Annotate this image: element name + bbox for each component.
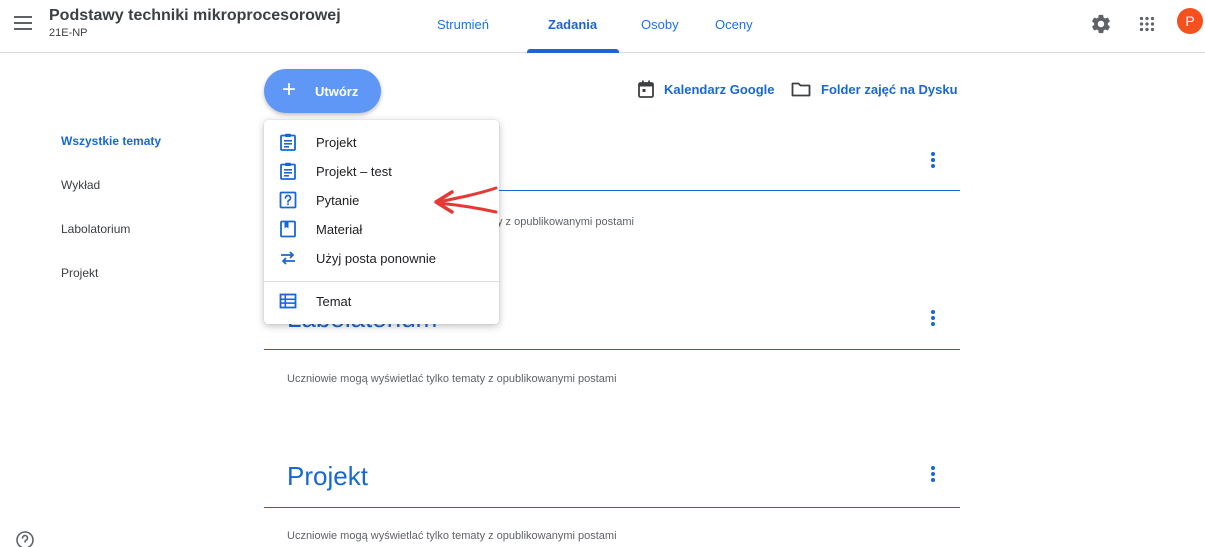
create-menu-item-label: Temat [316,294,352,309]
create-menu: Projekt Projekt – test Pytanie Materiał [264,120,499,324]
topic-more-options-icon[interactable] [925,152,941,172]
tab-classwork[interactable]: Zadania [548,17,597,32]
active-tab-indicator [527,49,619,53]
create-menu-item-label: Materiał [316,222,363,237]
tab-people[interactable]: Osoby [641,17,679,32]
sidebar-item-wyklad[interactable]: Wykład [61,178,100,192]
create-menu-item-label: Projekt [316,135,357,150]
google-calendar-label: Kalendarz Google [664,81,775,97]
create-menu-item-topic[interactable]: Temat [264,287,499,315]
assignment-icon [280,133,296,151]
create-menu-item-label: Pytanie [316,193,360,208]
topic-visibility-note: Uczniowie mogą wyświetlać tylko tematy z… [287,530,617,542]
menu-divider [264,281,499,282]
create-menu-item-assignment[interactable]: Projekt [264,128,499,156]
topic-more-options-icon[interactable] [925,466,941,486]
drive-folder-label: Folder zajęć na Dysku [821,81,958,97]
topic-visibility-note: Uczniowie mogą wyświetlać tylko tematy z… [287,373,617,385]
account-avatar[interactable]: P [1177,8,1203,34]
topic-visibility-note: y z opublikowanymi postami [497,216,634,228]
plus-icon: + [282,76,297,103]
create-button-label: Utwórz [315,84,359,99]
question-icon [279,191,297,209]
material-icon [280,220,296,238]
tab-grades[interactable]: Oceny [715,17,753,32]
apps-grid-icon[interactable] [1136,13,1158,35]
topic-more-options-icon[interactable] [925,310,941,330]
class-section: 21E-NP [49,27,88,39]
annotation-arrow-icon [434,186,498,214]
sidebar-item-all-topics[interactable]: Wszystkie tematy [61,134,161,148]
sidebar-item-projekt[interactable]: Projekt [61,266,98,280]
class-title[interactable]: Podstawy techniki mikroprocesorowej [49,7,341,25]
calendar-icon [638,80,654,98]
topic-title[interactable]: Projekt [287,461,368,492]
topic-icon [279,293,297,309]
create-menu-item-label: Projekt – test [316,164,392,179]
folder-icon [791,82,811,97]
help-icon[interactable] [15,530,35,547]
reuse-icon [281,251,295,265]
google-calendar-link[interactable]: Kalendarz Google [638,79,775,99]
tab-stream[interactable]: Strumień [437,17,489,32]
create-button[interactable]: + Utwórz [264,69,381,113]
create-menu-item-reuse-post[interactable]: Użyj posta ponownie [264,244,499,272]
topic-divider [264,349,960,350]
drive-folder-link[interactable]: Folder zajęć na Dysku [791,79,958,99]
settings-gear-icon[interactable] [1090,13,1112,35]
sidebar-item-labolatorium[interactable]: Labolatorium [61,222,130,236]
quiz-assignment-icon [280,162,296,180]
app-header: Podstawy techniki mikroprocesorowej 21E-… [0,0,1205,53]
topic-divider [264,507,960,508]
main-menu-icon[interactable] [14,16,32,30]
create-menu-item-label: Użyj posta ponownie [316,251,436,266]
